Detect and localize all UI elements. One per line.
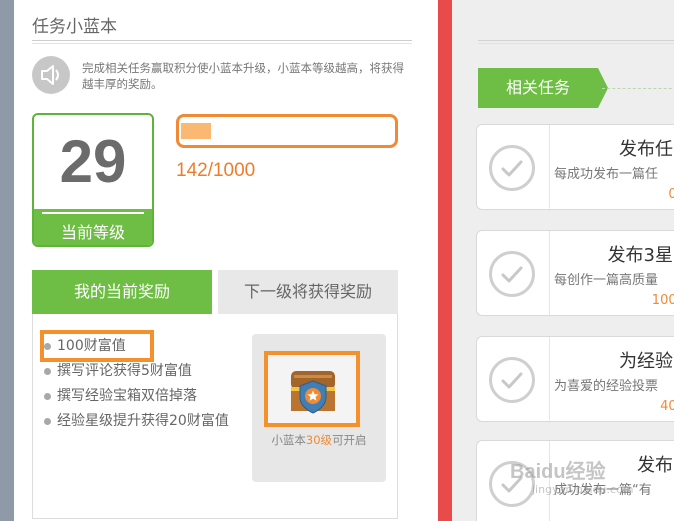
title-divider [32, 40, 412, 41]
level-badge: 29 当前等级 [32, 113, 154, 247]
level-progress-bar [176, 114, 398, 148]
task-title: 发布任 [619, 139, 673, 160]
task-description: 为喜爱的经验投票 [554, 379, 659, 394]
section-dash-line [602, 88, 674, 89]
panel-description: 完成相关任务赢取积分使小蓝本升级，小蓝本等级越高，将获得越丰厚的奖励。 [82, 61, 404, 91]
chest-caption-suffix: 可开启 [332, 433, 367, 447]
reward-item: 撰写评论获得5财富值 [44, 359, 254, 384]
task-description: 每成功发布一篇任 [554, 167, 659, 182]
task-progress: 0/ [668, 187, 674, 202]
reward-item: 经验星级提升获得20财富值 [44, 409, 254, 434]
chest-highlight-box[interactable] [264, 351, 360, 427]
level-label-bar: 当前等级 [34, 209, 152, 245]
level-number: 29 [59, 128, 127, 195]
watermark-logo: Baidu经验 [510, 461, 606, 483]
task-title: 为经验 [619, 351, 673, 372]
related-tasks-panel: 相关任务 发布任 每成功发布一篇任 0/ 发布3星 每创作一篇高质量 100/ … [452, 0, 674, 521]
level-bar-highlight [42, 212, 144, 214]
tab-current-rewards[interactable]: 我的当前奖励 [32, 270, 212, 314]
speaker-icon [32, 56, 70, 94]
right-divider [478, 40, 674, 41]
left-edge-strip [0, 0, 14, 521]
chest-caption: 小蓝本30级可开启 [252, 432, 386, 448]
task-card[interactable]: 为经验 为喜爱的经验投票 40/ [476, 336, 674, 423]
related-tasks-label: 相关任务 [478, 68, 608, 108]
task-card[interactable]: 发布3星 每创作一篇高质量 100/ [476, 230, 674, 317]
chest-caption-level: 30级 [305, 433, 333, 447]
reward-item: 撰写经验宝箱双倍掉落 [44, 384, 254, 409]
task-progress: 40/ [660, 399, 674, 414]
level-label: 当前等级 [60, 223, 125, 242]
panel-title: 任务小蓝本 [32, 17, 117, 37]
task-description: 每创作一篇高质量 [554, 273, 659, 288]
treasure-chest-icon [288, 363, 338, 415]
progress-text: 142/1000 [176, 160, 256, 181]
title-divider-secondary [32, 43, 412, 44]
tab-next-level-rewards[interactable]: 下一级将获得奖励 [218, 270, 398, 314]
task-progress: 100/ [651, 293, 674, 308]
progress-fill [181, 123, 211, 139]
red-divider [438, 0, 452, 521]
task-title: 发布3星 [607, 245, 673, 266]
chest-caption-prefix: 小蓝本 [271, 433, 306, 447]
task-card[interactable]: 发布任 每成功发布一篇任 0/ [476, 124, 674, 211]
right-divider-secondary [478, 43, 674, 44]
watermark-url: jingyan.baidu.com [532, 483, 634, 496]
highlight-box [40, 330, 154, 362]
